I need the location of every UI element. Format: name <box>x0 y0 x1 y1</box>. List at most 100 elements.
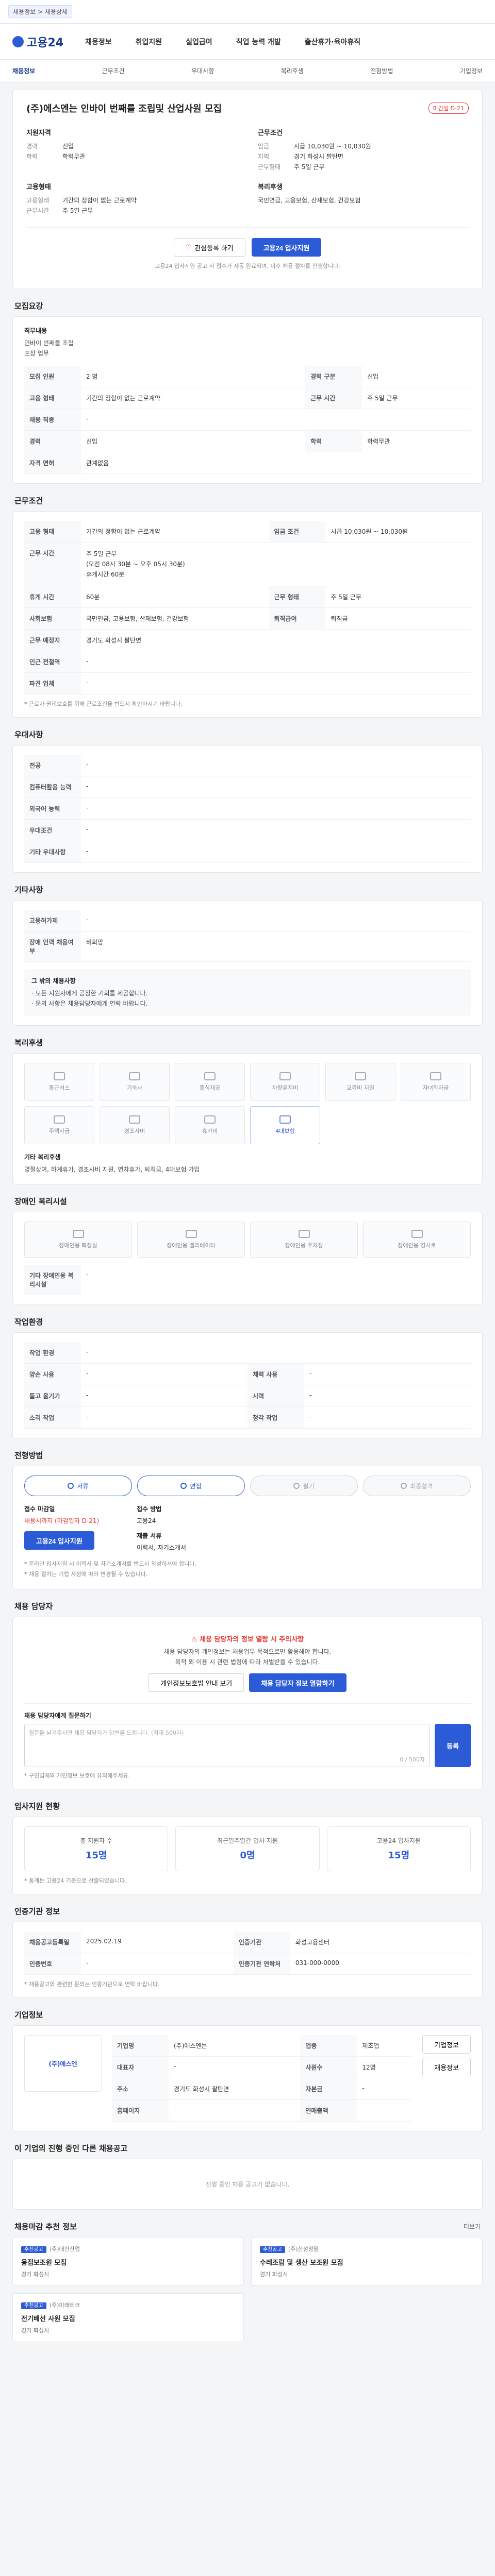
qna-title: 채용 담당자에게 질문하기 <box>24 1712 91 1719</box>
table-row: 근무 예정지 경기도 화성시 팔탄면 <box>24 629 471 651</box>
selection-notes: * 온라인 입사지원 시 이력서 및 자기소개서를 반드시 작성하셔야 합니다.… <box>24 1561 196 1578</box>
global-header: 고용24 채용정보 취업지원 실업급여 직업 능력 개발 출산휴가·육아휴직 <box>0 24 495 60</box>
meta-key: 지역 <box>258 153 270 160</box>
tab-recruit[interactable]: 채용정보 <box>12 66 35 75</box>
table-row: 대표자 - 사원수 12명 <box>112 2056 412 2078</box>
row-value: 관계없음 <box>81 452 471 474</box>
meta-key: 학력 <box>26 153 38 160</box>
welfare-tile: 기숙사 <box>100 1063 170 1101</box>
recommend-card[interactable]: 추천공고 (주)한성정밀 수레조립 및 생산 보조원 모집 경기 화성시 <box>251 2237 483 2286</box>
tab-selection[interactable]: 전형방법 <box>370 66 393 75</box>
recommend-company: (주)미래테크 <box>49 2302 80 2309</box>
step-label: 최종합격 <box>410 1482 433 1490</box>
gnb-item-leave[interactable]: 출산휴가·육아휴직 <box>305 37 360 47</box>
recommend-card[interactable]: 추천공고 (주)미래테크 전기배선 사원 모집 경기 화성시 <box>12 2293 244 2342</box>
car-icon <box>279 1072 291 1080</box>
meta-value: 경기 화성시 팔탄면 <box>294 153 343 160</box>
gnb-item-support[interactable]: 취업지원 <box>136 37 162 47</box>
scrap-button[interactable]: ♡ 관심등록 하기 <box>173 238 245 257</box>
row-key: 인증번호 <box>24 1953 81 1975</box>
recommend-tag: 추천공고 <box>260 2246 285 2253</box>
deadline-label: 접수 마감일 <box>24 1505 55 1513</box>
apply-note: 고용24 입사지원 공고 시 접수가 자동 완료되며, 이후 채용 절차를 진행… <box>155 263 340 269</box>
apply-button-bottom[interactable]: 고용24 입사지원 <box>24 1531 94 1550</box>
parking-icon <box>298 1230 310 1238</box>
qna-input[interactable]: 질문을 남겨주시면 채용 담당자가 답변을 드립니다. (최대 500자) 0 … <box>24 1724 430 1767</box>
table-row: 들고 옮기기 - 시력 - <box>24 1385 471 1407</box>
recommend-company: (주)한성정밀 <box>288 2246 319 2252</box>
row-value: - <box>81 1342 471 1364</box>
company-logo: (주)에스엔 <box>24 2035 102 2092</box>
gnb-item-training[interactable]: 직업 능력 개발 <box>236 37 281 47</box>
row-value: 경기도 화성시 팔탄면 <box>81 629 471 651</box>
recommend-section-title: 채용마감 추천 정보 더보기 <box>12 2210 483 2237</box>
table-row: 고용허가제 - <box>24 910 471 931</box>
step-final: 최종합격 <box>363 1476 471 1496</box>
site-logo[interactable]: 고용24 <box>12 33 63 50</box>
row-value: 주 5일 근무 <box>325 586 471 608</box>
table-row: 양손 사용 - 체력 사용 - <box>24 1363 471 1385</box>
table-row: 우대조건 - <box>24 819 471 841</box>
company-info-button[interactable]: 기업정보 <box>422 2035 471 2054</box>
meta-key: 경력 <box>26 143 38 150</box>
recommend-job-title: 수레조립 및 생산 보조원 모집 <box>260 2259 343 2267</box>
disabled-section-title: 장애인 복리시설 <box>14 1197 67 1206</box>
apply-button[interactable]: 고용24 입사지원 <box>251 238 322 257</box>
tab-welfare[interactable]: 복리후생 <box>281 66 304 75</box>
recommend-tag: 추천공고 <box>21 2302 46 2309</box>
gnb-item-jobs[interactable]: 채용정보 <box>85 37 112 47</box>
table-row: 인증번호 - 인증기관 연락처 031-000-0000 <box>24 1953 471 1975</box>
table-row: 기타 장애인용 복리시설 - <box>24 1265 471 1295</box>
tab-conditions[interactable]: 근무조건 <box>102 66 125 75</box>
row-key: 사회보험 <box>24 607 81 630</box>
work-env-section-title: 작업환경 <box>14 1317 43 1327</box>
meta-value: 주 5일 근무 <box>62 207 93 214</box>
gnb-item-unemployment[interactable]: 실업급여 <box>186 37 212 47</box>
view-manager-button[interactable]: 채용 담당자 정보 열람하기 <box>249 1673 346 1692</box>
ramp-icon <box>411 1230 423 1238</box>
row-key: 장애 인력 채용여부 <box>24 931 81 962</box>
row-key: 우대조건 <box>24 819 81 841</box>
row-value: 신입 <box>362 366 471 387</box>
row-key: 학력 <box>305 430 362 452</box>
row-key: 고용 형태 <box>24 521 81 543</box>
stat-label: 총 지원자 수 <box>80 1837 113 1844</box>
recommend-card[interactable]: 추천공고 (주)대한산업 용접보조원 모집 경기 화성시 <box>12 2237 244 2286</box>
recommend-tag: 추천공고 <box>21 2246 46 2253</box>
stat-value: 0명 <box>240 1850 255 1861</box>
row-value: - <box>304 1406 471 1429</box>
row-key: 컴퓨터활용 능력 <box>24 776 81 798</box>
row-key: 근무 형태 <box>269 586 326 608</box>
vacation-icon <box>204 1115 216 1124</box>
stats-section: 총 지원자 수 15명 최근일주일간 입사 지원 0명 고용24 입사지원 15명 *… <box>12 1817 483 1894</box>
deadline-badge: 마감일 D-21 <box>428 103 469 114</box>
welfare-section-title: 복리후생 <box>14 1038 43 1047</box>
company-jobs-button[interactable]: 채용정보 <box>422 2058 471 2076</box>
conditions-table: 고용 형태 기간의 정함이 없는 근로계약 임금 조건 시급 10,030원 ~ 10… <box>24 521 471 694</box>
row-key: 체력 사용 <box>248 1363 304 1385</box>
tile-label: 경조사비 <box>124 1128 145 1134</box>
row-value: 031-000-0000 <box>290 1953 471 1975</box>
recommend-title: 채용마감 추천 정보 <box>14 2222 77 2231</box>
privacy-guide-button[interactable]: 개인정보보호법 안내 보기 <box>148 1673 244 1692</box>
pencil-icon <box>293 1483 300 1489</box>
welfare-tile: 주택자금 <box>24 1106 94 1144</box>
row-key: 인근 전철역 <box>24 651 81 673</box>
tab-prefer[interactable]: 우대사항 <box>191 66 214 75</box>
manager-section: ⚠ 채용 담당자의 정보 열람 시 주의사항 채용 담당자의 개인정보는 채용업… <box>12 1617 483 1789</box>
row-value: (주)에스엔는 <box>169 2035 301 2057</box>
row-value: 12명 <box>357 2056 412 2078</box>
selection-steps: 서류 면접 필기 최종합격 <box>24 1476 471 1496</box>
heart-icon: ♡ <box>185 243 192 251</box>
stats-section-title: 입사지원 현황 <box>14 1802 60 1811</box>
etc-section: 고용허가제 - 장애 인력 채용여부 비희망 그 밖의 채용사항 · 모든 지원자에… <box>12 900 483 1026</box>
tab-company[interactable]: 기업정보 <box>460 66 483 75</box>
row-value: - <box>169 2099 301 2122</box>
qna-count: 0 / 500자 <box>400 1756 425 1763</box>
recommend-more-link[interactable]: 더보기 <box>464 2222 481 2231</box>
welfare-desc-title: 기타 복리후생 <box>24 1154 61 1161</box>
company-table: 기업명 (주)에스엔는 업종 제조업 대표자 - 사원수 12명 주소 경기도 화성시 팔탄면… <box>112 2035 412 2122</box>
table-row: 인근 전철역 - <box>24 651 471 673</box>
recommend-company: (주)대한산업 <box>49 2246 80 2252</box>
qna-submit-button[interactable]: 등록 <box>435 1724 471 1767</box>
